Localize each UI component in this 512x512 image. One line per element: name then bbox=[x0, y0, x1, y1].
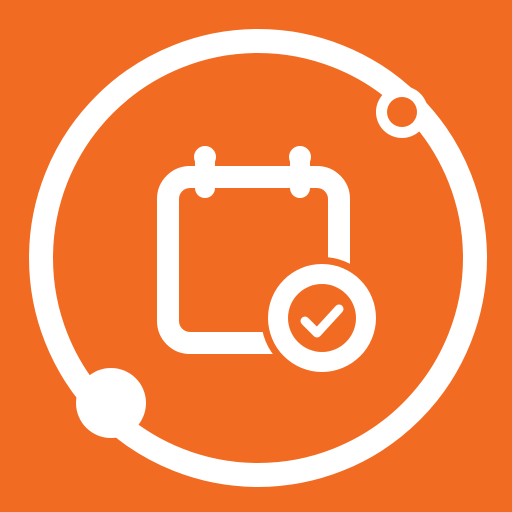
orbit-node-large bbox=[76, 368, 146, 438]
check-badge-inner bbox=[288, 284, 356, 352]
check-circle-icon bbox=[261, 257, 383, 379]
calendar-ring-cap-left bbox=[194, 146, 216, 168]
app-icon bbox=[0, 0, 512, 512]
background-tile bbox=[0, 0, 512, 512]
app-icon-graphic bbox=[0, 0, 512, 512]
orbit-node-inner-small bbox=[387, 97, 417, 127]
calendar-ring-cap-right bbox=[289, 146, 311, 168]
